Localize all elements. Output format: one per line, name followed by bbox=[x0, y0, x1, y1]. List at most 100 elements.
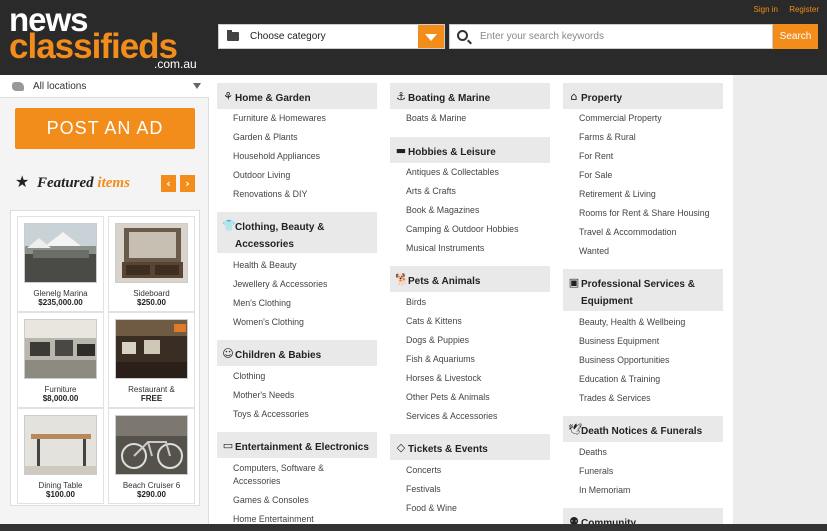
category-link[interactable]: Education & Training bbox=[579, 373, 660, 386]
category-link[interactable]: Beauty, Health & Wellbeing bbox=[579, 316, 685, 329]
featured-item[interactable]: Furniture $8,000.00 bbox=[17, 312, 104, 408]
category-link[interactable]: Musical Instruments bbox=[406, 242, 484, 255]
category-link[interactable]: Wanted bbox=[579, 245, 609, 258]
category-select[interactable]: Choose category bbox=[218, 24, 445, 49]
category-title: Boating & Marine bbox=[408, 93, 491, 104]
featured-item[interactable]: Restaurant & FREE bbox=[108, 312, 195, 408]
featured-item-name: Glenelg Marina bbox=[33, 289, 88, 298]
category-link[interactable]: Other Pets & Animals bbox=[406, 391, 490, 404]
logo-domain-text: .com.au bbox=[154, 57, 197, 71]
category-link[interactable]: Computers, Software & bbox=[233, 462, 324, 475]
featured-item-name: Restaurant & bbox=[128, 385, 175, 394]
australia-map-icon bbox=[12, 82, 24, 91]
featured-item-image bbox=[115, 319, 188, 379]
category-select-label: Choose category bbox=[250, 31, 326, 42]
category-entertainment[interactable]: ▭ Entertainment & Electronics bbox=[217, 432, 377, 458]
category-link[interactable]: Camping & Outdoor Hobbies bbox=[406, 223, 518, 236]
next-arrow-icon[interactable]: › bbox=[180, 175, 195, 192]
featured-item-image bbox=[24, 415, 97, 475]
category-link[interactable]: Services & Accessories bbox=[406, 410, 497, 423]
category-title: Accessories bbox=[235, 239, 294, 250]
category-link[interactable]: For Rent bbox=[579, 150, 613, 163]
category-link[interactable]: Antiques & Collectables bbox=[406, 166, 499, 179]
category-hobbies[interactable]: ▬ Hobbies & Leisure bbox=[390, 137, 550, 163]
chevron-down-icon[interactable] bbox=[418, 25, 444, 48]
category-link[interactable]: Fish & Aquariums bbox=[406, 353, 475, 366]
category-link[interactable]: Dogs & Puppies bbox=[406, 334, 469, 347]
category-link[interactable]: Deaths bbox=[579, 446, 607, 459]
category-link[interactable]: Toys & Accessories bbox=[233, 408, 309, 421]
category-link[interactable]: Business Opportunities bbox=[579, 354, 669, 367]
category-link[interactable]: Business Equipment bbox=[579, 335, 659, 348]
category-link[interactable]: Retirement & Living bbox=[579, 188, 656, 201]
category-link[interactable]: Garden & Plants bbox=[233, 131, 298, 144]
category-clothing[interactable]: 👕 Clothing, Beauty & Accessories bbox=[217, 212, 377, 253]
prev-arrow-icon[interactable]: ‹ bbox=[161, 175, 176, 192]
category-link[interactable]: Book & Magazines bbox=[406, 204, 479, 217]
category-link[interactable]: Renovations & DIY bbox=[233, 188, 307, 201]
featured-item[interactable]: Beach Cruiser 6 $290.00 bbox=[108, 408, 195, 504]
category-link[interactable]: Festivals bbox=[406, 483, 441, 496]
category-link[interactable]: Furniture & Homewares bbox=[233, 112, 326, 125]
category-link[interactable]: Games & Consoles bbox=[233, 494, 309, 507]
site-logo[interactable]: news classifieds .com.au bbox=[9, 3, 209, 72]
category-link[interactable]: Trades & Services bbox=[579, 392, 651, 405]
category-link[interactable]: Women's Clothing bbox=[233, 316, 304, 329]
folder-icon bbox=[227, 30, 239, 41]
category-link[interactable]: Health & Beauty bbox=[233, 259, 297, 272]
category-link[interactable]: Commercial Property bbox=[579, 112, 662, 125]
category-link[interactable]: Arts & Crafts bbox=[406, 185, 456, 198]
category-link[interactable]: Boats & Marine bbox=[406, 112, 466, 125]
search-input[interactable] bbox=[480, 29, 765, 44]
featured-item-price: $290.00 bbox=[137, 490, 166, 499]
register-link[interactable]: Register bbox=[789, 5, 819, 14]
category-death-notices[interactable]: 🕊 Death Notices & Funerals bbox=[563, 416, 723, 442]
category-link[interactable]: Funerals bbox=[579, 465, 613, 478]
category-link[interactable]: Accessories bbox=[233, 475, 280, 488]
location-label: All locations bbox=[33, 81, 87, 92]
post-ad-button[interactable]: POST AN AD bbox=[15, 108, 195, 149]
category-link[interactable]: Outdoor Living bbox=[233, 169, 290, 182]
category-link[interactable]: Mother's Needs bbox=[233, 389, 294, 402]
bottom-bar bbox=[0, 524, 827, 531]
featured-item[interactable]: Sideboard $250.00 bbox=[108, 216, 195, 312]
search-button[interactable]: Search bbox=[773, 24, 818, 49]
featured-item-price: $235,000.00 bbox=[38, 298, 83, 307]
category-link[interactable]: Birds bbox=[406, 296, 426, 309]
featured-item[interactable]: Dining Table $100.00 bbox=[17, 408, 104, 504]
featured-item[interactable]: Glenelg Marina $235,000.00 bbox=[17, 216, 104, 312]
search-icon bbox=[457, 30, 468, 41]
category-boating[interactable]: ⚓ Boating & Marine bbox=[390, 83, 550, 109]
category-tickets[interactable]: ◇ Tickets & Events bbox=[390, 434, 550, 460]
category-professional-services[interactable]: ▣ Professional Services & Equipment bbox=[563, 269, 723, 311]
left-sidebar: All locations POST AN AD ★ Featured item… bbox=[0, 75, 209, 531]
category-link[interactable]: Horses & Livestock bbox=[406, 372, 481, 385]
category-link[interactable]: Rooms for Rent & Share Housing bbox=[579, 207, 710, 220]
right-gutter bbox=[733, 75, 827, 531]
dropdown-arrow-icon[interactable] bbox=[193, 83, 201, 89]
featured-items-header: ★ Featured items ‹ › bbox=[0, 168, 209, 198]
category-link[interactable]: Clothing bbox=[233, 370, 265, 383]
ticket-icon: ◇ bbox=[396, 441, 406, 454]
plant-icon: ⚘ bbox=[223, 90, 233, 103]
category-children[interactable]: ☺ Children & Babies bbox=[217, 340, 377, 366]
category-link[interactable]: In Memoriam bbox=[579, 484, 630, 497]
category-title: Pets & Animals bbox=[408, 276, 481, 287]
category-link[interactable]: Cats & Kittens bbox=[406, 315, 462, 328]
category-link[interactable]: Jewellery & Accessories bbox=[233, 278, 327, 291]
category-link[interactable]: Men's Clothing bbox=[233, 297, 291, 310]
category-pets[interactable]: 🐕 Pets & Animals bbox=[390, 266, 550, 292]
monitor-icon: ▭ bbox=[222, 439, 234, 452]
category-link[interactable]: Concerts bbox=[406, 464, 441, 477]
category-link[interactable]: Food & Wine bbox=[406, 502, 457, 515]
category-link[interactable]: Farms & Rural bbox=[579, 131, 636, 144]
category-link[interactable]: For Sale bbox=[579, 169, 612, 182]
location-select[interactable]: All locations bbox=[0, 75, 209, 98]
page: news classifieds .com.au Sign in Registe… bbox=[0, 0, 827, 531]
sign-in-link[interactable]: Sign in bbox=[754, 5, 778, 14]
category-link[interactable]: Travel & Accommodation bbox=[579, 226, 676, 239]
category-home-garden[interactable]: ⚘ Home & Garden bbox=[217, 83, 377, 109]
category-link[interactable]: Household Appliances bbox=[233, 150, 320, 163]
person-icon: ▣ bbox=[568, 276, 580, 289]
category-property[interactable]: ⌂ Property bbox=[563, 83, 723, 109]
